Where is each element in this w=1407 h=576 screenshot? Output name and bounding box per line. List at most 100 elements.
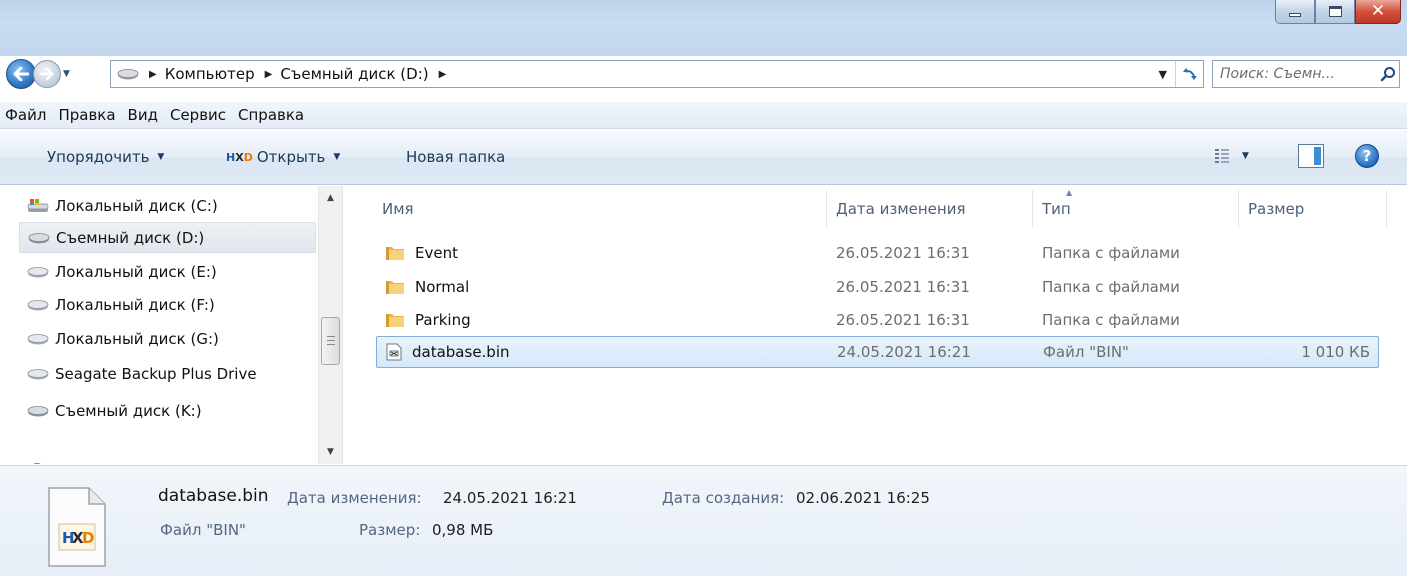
folder-icon: [385, 311, 405, 329]
command-bar: Упорядочить ▼ HXD Открыть ▼ Новая папка …: [0, 130, 1407, 185]
refresh-button[interactable]: [1175, 61, 1203, 87]
back-button[interactable]: [6, 59, 36, 89]
nav-item-network-partial[interactable]: С: [19, 455, 316, 464]
column-label: Имя: [382, 200, 414, 218]
recent-pages-dropdown[interactable]: ▼: [63, 69, 70, 79]
details-modified-value: 24.05.2021 16:21: [443, 489, 577, 507]
help-icon: ?: [1362, 147, 1372, 165]
navigation-buttons: ▼: [6, 59, 70, 89]
menu-tools[interactable]: Сервис: [164, 106, 232, 124]
search-icon[interactable]: [1377, 66, 1399, 82]
column-header-type[interactable]: Тип: [1042, 186, 1071, 232]
table-row[interactable]: Event 26.05.2021 16:31 Папка с файлами: [376, 238, 1379, 270]
file-type: Папка с файлами: [1042, 244, 1180, 262]
drive-icon: [27, 333, 51, 345]
removable-drive-icon: [117, 68, 139, 80]
chevron-down-icon[interactable]: ▼: [333, 152, 340, 162]
file-icon: [386, 343, 402, 361]
file-date: 26.05.2021 16:31: [836, 311, 970, 329]
organize-label: Упорядочить: [47, 148, 150, 166]
nav-item-drive-k[interactable]: Съемный диск (K:): [19, 395, 316, 426]
menu-view[interactable]: Вид: [122, 106, 164, 124]
file-type: Папка с файлами: [1042, 278, 1180, 296]
breadcrumb-label[interactable]: Компьютер: [165, 65, 255, 83]
breadcrumb-arrow-icon[interactable]: ▶: [265, 69, 273, 80]
table-row[interactable]: database.bin 24.05.2021 16:21 Файл "BIN"…: [376, 336, 1379, 368]
scroll-down-icon[interactable]: ▼: [319, 442, 342, 462]
breadcrumb-arrow-icon[interactable]: ▶: [439, 69, 447, 80]
search-box[interactable]: Поиск: Съемн...: [1212, 60, 1400, 88]
menu-file[interactable]: Файл: [0, 106, 52, 124]
details-created-label: Дата создания:: [662, 489, 785, 507]
system-drive-icon: [27, 198, 51, 214]
svg-text:D: D: [82, 529, 94, 547]
hxd-app-icon: HXD: [226, 150, 253, 164]
hxd-file-icon: H X D: [47, 486, 107, 568]
nav-item-drive-c[interactable]: Локальный диск (C:): [19, 190, 316, 221]
nav-scrollbar[interactable]: ▲ ▼: [318, 186, 342, 464]
drive-icon: [27, 266, 51, 278]
breadcrumb-drive-d[interactable]: ▶ Съемный диск (D:): [255, 65, 429, 83]
details-file-name: database.bin: [158, 486, 269, 506]
column-label: Размер: [1248, 200, 1305, 218]
file-date: 26.05.2021 16:31: [836, 244, 970, 262]
search-input[interactable]: Поиск: Съемн...: [1220, 66, 1377, 82]
nav-item-drive-g[interactable]: Локальный диск (G:): [19, 323, 316, 354]
title-bar: ✕: [0, 0, 1407, 56]
file-date: 24.05.2021 16:21: [837, 343, 971, 361]
nav-item-label: Локальный диск (G:): [55, 329, 219, 348]
minimize-icon: [1289, 12, 1301, 17]
help-button[interactable]: ?: [1355, 144, 1379, 168]
scroll-up-icon[interactable]: ▲: [319, 188, 342, 208]
file-name: Parking: [415, 311, 471, 329]
nav-item-label: Съемный диск (D:): [56, 228, 205, 247]
navigation-pane: Локальный диск (C:) Съемный диск (D:) Ло…: [0, 186, 343, 464]
breadcrumb-arrow-icon[interactable]: ▶: [149, 69, 157, 80]
close-button[interactable]: ✕: [1355, 0, 1401, 24]
breadcrumb-computer[interactable]: ▶ Компьютер: [139, 65, 255, 83]
address-bar[interactable]: ▶ Компьютер ▶ Съемный диск (D:) ▶ ▼: [110, 60, 1204, 88]
nav-item-drive-d[interactable]: Съемный диск (D:): [19, 222, 316, 253]
nav-item-label: Seagate Backup Plus Drive: [55, 364, 257, 383]
change-view-button[interactable]: ▼: [1214, 148, 1249, 164]
minimize-button[interactable]: [1275, 0, 1315, 24]
breadcrumb-children[interactable]: ▶: [429, 69, 455, 80]
close-icon: ✕: [1370, 1, 1386, 21]
address-history-dropdown[interactable]: ▼: [1159, 68, 1167, 81]
preview-pane-button[interactable]: [1298, 144, 1324, 168]
network-icon: [27, 461, 51, 464]
file-name: Normal: [415, 278, 470, 296]
column-header-date[interactable]: Дата изменения: [836, 186, 966, 232]
details-created-value: 02.06.2021 16:25: [796, 489, 930, 507]
details-size-label: Размер:: [359, 521, 421, 539]
folder-icon: [385, 278, 405, 296]
file-type: Файл "BIN": [1043, 343, 1129, 361]
details-pane: H X D database.bin Дата изменения: 24.05…: [0, 465, 1407, 576]
chevron-down-icon: ▼: [157, 152, 165, 162]
forward-button[interactable]: [33, 60, 61, 88]
new-folder-button[interactable]: Новая папка: [406, 148, 505, 166]
scrollbar-thumb[interactable]: [321, 317, 340, 365]
table-row[interactable]: Normal 26.05.2021 16:31 Папка с файлами: [376, 272, 1379, 304]
organize-button[interactable]: Упорядочить ▼: [47, 148, 164, 166]
maximize-button[interactable]: [1315, 0, 1355, 24]
details-file-type: Файл "BIN": [160, 521, 246, 539]
nav-item-label: С: [55, 462, 65, 465]
nav-item-seagate[interactable]: Seagate Backup Plus Drive: [19, 358, 316, 389]
column-header-size[interactable]: Размер: [1248, 186, 1304, 232]
nav-item-drive-f[interactable]: Локальный диск (F:): [19, 289, 316, 320]
file-size: 1 010 КБ: [1301, 343, 1370, 361]
nav-item-label: Локальный диск (E:): [55, 262, 217, 281]
nav-item-drive-e[interactable]: Локальный диск (E:): [19, 256, 316, 287]
column-label: Тип: [1042, 200, 1071, 218]
open-button[interactable]: HXD Открыть ▼: [226, 148, 340, 166]
folder-icon: [385, 244, 405, 262]
menu-edit[interactable]: Правка: [52, 106, 121, 124]
breadcrumb-label[interactable]: Съемный диск (D:): [280, 65, 428, 83]
column-header-name[interactable]: Имя: [382, 186, 414, 232]
chevron-down-icon: ▼: [1242, 151, 1249, 161]
menu-help[interactable]: Справка: [232, 106, 310, 124]
details-size-value: 0,98 МБ: [432, 521, 494, 539]
table-row[interactable]: Parking 26.05.2021 16:31 Папка с файлами: [376, 305, 1379, 337]
file-date: 26.05.2021 16:31: [836, 278, 970, 296]
